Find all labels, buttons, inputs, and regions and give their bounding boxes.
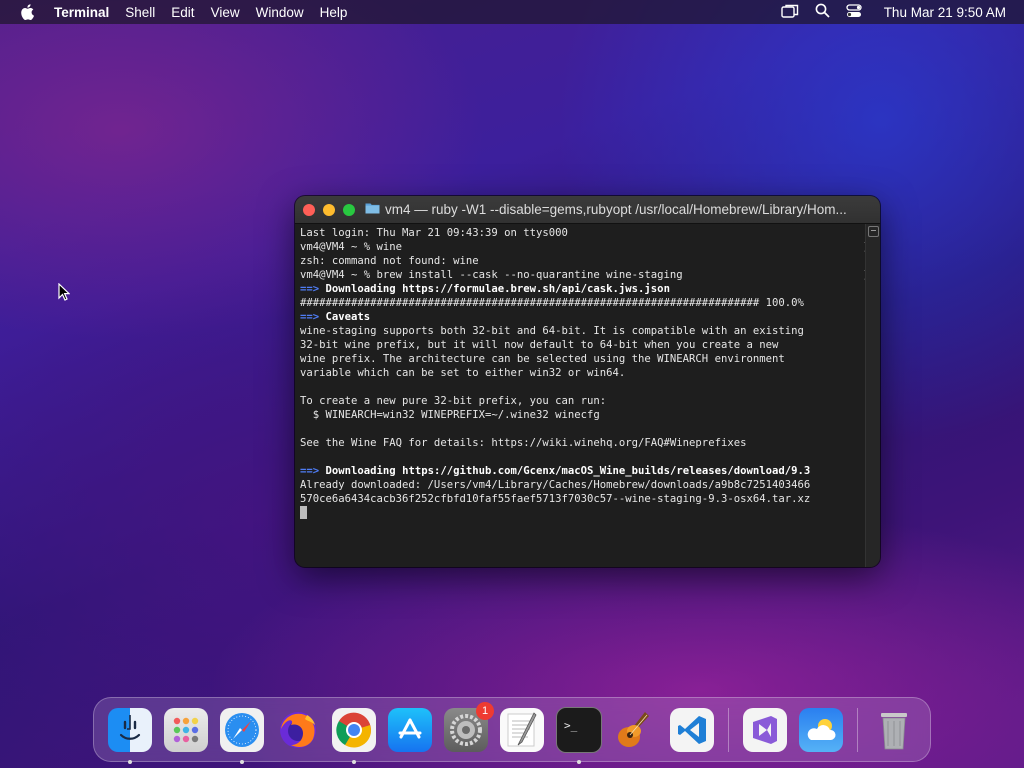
terminal-line: zsh: command not found: wine [300, 254, 861, 268]
terminal-titlebar[interactable]: vm4 — ruby -W1 --disable=gems,rubyopt /u… [295, 196, 880, 224]
safari-icon[interactable] [220, 707, 264, 764]
scrollbar-toggle-icon[interactable] [868, 226, 879, 237]
menu-bar: Terminal Shell Edit View Window Help Thu… [0, 0, 1024, 24]
terminal-window: vm4 — ruby -W1 --disable=gems,rubyopt /u… [295, 196, 880, 567]
vscode-icon[interactable] [670, 707, 714, 752]
terminal-line-text: Already downloaded: /Users/vm4/Library/C… [300, 479, 811, 491]
spotlight-search-icon[interactable] [815, 3, 830, 21]
terminal-line-text: 570ce6a6434cacb36f252cfbfd10faf55faef571… [300, 493, 811, 505]
terminal-line: $ WINEARCH=win32 WINEPREFIX=~/.wine32 wi… [300, 408, 861, 422]
dock-separator [728, 707, 729, 752]
dock: 1 >_ [93, 697, 931, 764]
arrow-prefix: ==> [300, 283, 320, 295]
terminal-line: To create a new pure 32-bit prefix, you … [300, 394, 861, 408]
terminal-line-text: zsh: command not found: wine [300, 255, 479, 267]
menu-help[interactable]: Help [312, 5, 356, 20]
terminal-line: ########################################… [300, 296, 861, 310]
screen-mirroring-icon[interactable] [780, 4, 799, 21]
terminal-line-text: wine-staging supports both 32-bit and 64… [300, 325, 804, 337]
terminal-line-text: See the Wine FAQ for details: https://wi… [300, 437, 747, 449]
visual-studio-icon[interactable] [743, 707, 787, 752]
terminal-icon[interactable]: >_ [556, 706, 602, 764]
terminal-window-title: vm4 — ruby -W1 --disable=gems,rubyopt /u… [385, 202, 847, 217]
terminal-line: variable which can be set to either win3… [300, 366, 861, 380]
terminal-line-text: Downloading https://github.com/Gcenx/mac… [325, 465, 811, 477]
svg-text:>_: >_ [564, 719, 578, 732]
app-store-icon[interactable] [388, 707, 432, 752]
terminal-line-text: vm4@VM4 ~ % brew install --cask --no-qua… [300, 269, 683, 281]
trash-icon[interactable] [872, 708, 916, 752]
textedit-icon[interactable] [500, 707, 544, 752]
system-preferences-icon[interactable]: 1 [444, 701, 494, 752]
terminal-line-text: variable which can be set to either win3… [300, 367, 626, 379]
menu-shell[interactable]: Shell [117, 5, 163, 20]
terminal-line: vm4@VM4 ~ % brew install --cask --no-qua… [300, 268, 866, 282]
running-indicator [352, 759, 356, 764]
launchpad-icon[interactable] [164, 707, 208, 752]
running-indicator [240, 759, 244, 764]
app-name-menu[interactable]: Terminal [54, 5, 117, 20]
firefox-icon[interactable] [276, 708, 320, 752]
terminal-line-text: Caveats [325, 311, 371, 323]
arrow-prefix: ==> [300, 465, 320, 477]
terminal-line-text: Downloading https://formulae.brew.sh/api… [325, 283, 670, 295]
close-window-button[interactable] [303, 203, 315, 216]
terminal-line: wine-staging supports both 32-bit and 64… [300, 324, 861, 338]
terminal-line: ==> Downloading https://formulae.brew.sh… [300, 282, 861, 296]
folder-icon [365, 202, 380, 217]
garageband-icon[interactable] [614, 708, 658, 752]
zoom-window-button[interactable] [343, 203, 355, 216]
terminal-line: vm4@VM4 ~ % wine] [300, 240, 866, 254]
terminal-line: 32-bit wine prefix, but it will now defa… [300, 338, 861, 352]
finder-icon[interactable] [108, 707, 152, 764]
terminal-line-text: vm4@VM4 ~ % wine [300, 241, 403, 253]
terminal-line: ==> Downloading https://github.com/Gcenx… [300, 464, 861, 478]
apple-menu-icon[interactable] [0, 4, 54, 20]
arrow-prefix: ==> [300, 311, 320, 323]
terminal-line-text: 32-bit wine prefix, but it will now defa… [300, 339, 779, 351]
terminal-line-text: To create a new pure 32-bit prefix, you … [300, 395, 607, 407]
mouse-pointer-icon [58, 282, 71, 306]
terminal-line: 570ce6a6434cacb36f252cfbfd10faf55faef571… [300, 492, 861, 506]
terminal-line: Already downloaded: /Users/vm4/Library/C… [300, 478, 861, 492]
menu-window[interactable]: Window [248, 5, 312, 20]
minimize-window-button[interactable] [323, 203, 335, 216]
menu-view[interactable]: View [203, 5, 248, 20]
running-indicator [577, 759, 581, 764]
terminal-output[interactable]: Last login: Thu Mar 21 09:43:39 on ttys0… [295, 224, 866, 567]
terminal-line-text: ########################################… [300, 297, 804, 309]
terminal-line-text: wine prefix. The architecture can be sel… [300, 353, 785, 365]
terminal-input-line[interactable] [300, 506, 861, 520]
terminal-line: Last login: Thu Mar 21 09:43:39 on ttys0… [300, 226, 861, 240]
terminal-line-text: $ WINEARCH=win32 WINEPREFIX=~/.wine32 wi… [300, 409, 600, 421]
text-cursor [300, 506, 307, 519]
menubar-clock[interactable]: Thu Mar 21 9:50 AM [884, 5, 1006, 20]
weather-icon[interactable] [799, 707, 843, 752]
running-indicator [128, 759, 132, 764]
notification-badge: 1 [476, 701, 494, 720]
terminal-line-text: Last login: Thu Mar 21 09:43:39 on ttys0… [300, 227, 568, 239]
chrome-icon[interactable] [332, 707, 376, 764]
terminal-line: ==> Caveats [300, 310, 861, 324]
terminal-scrollbar[interactable] [865, 224, 880, 567]
terminal-line: wine prefix. The architecture can be sel… [300, 352, 861, 366]
dock-separator [857, 707, 858, 752]
menu-edit[interactable]: Edit [163, 5, 202, 20]
terminal-line: See the Wine FAQ for details: https://wi… [300, 436, 861, 450]
control-center-icon[interactable] [846, 3, 862, 21]
